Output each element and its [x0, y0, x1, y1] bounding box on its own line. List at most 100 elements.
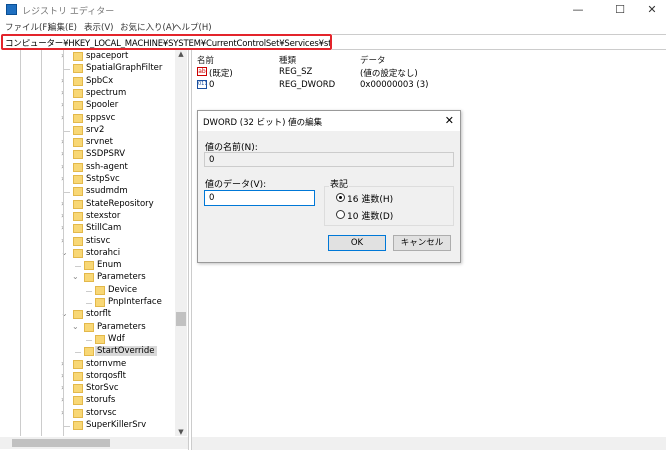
tree-item-label: SSDPSRV — [86, 149, 126, 160]
tree-connector — [64, 426, 70, 427]
tree-item[interactable]: ⌄ Parameters — [0, 272, 175, 284]
tree-item[interactable]: ⌄ Parameters — [0, 322, 175, 334]
tree-item[interactable]: srv2 — [0, 125, 175, 137]
chevron-down-icon[interactable]: ⌄ — [72, 322, 79, 331]
tree-item-label: spectrum — [86, 87, 127, 98]
folder-icon — [73, 421, 83, 430]
value-name-field[interactable]: 0 — [204, 152, 454, 167]
tree-item-label: storufs — [86, 395, 116, 406]
string-value-icon: ab — [197, 67, 207, 76]
address-bar-frame — [332, 34, 666, 50]
scroll-down-icon[interactable]: ▼ — [175, 428, 187, 436]
value-type: REG_DWORD — [279, 80, 336, 90]
tree-item[interactable]: PnpInterface — [0, 297, 175, 309]
folder-icon — [73, 199, 83, 209]
tree-item[interactable]: › StillCam — [0, 223, 175, 235]
tree-item-label: Spooler — [86, 100, 119, 111]
chevron-down-icon[interactable]: ⌄ — [72, 272, 79, 281]
tree-item[interactable]: › spaceport — [0, 51, 175, 63]
tree-item-label: StorSvc — [86, 383, 119, 394]
tree-item[interactable]: Wdf — [0, 334, 175, 346]
value-data-input[interactable]: 0 — [204, 190, 315, 206]
tree-item[interactable]: › Spooler — [0, 100, 175, 112]
menu-file[interactable]: ファイル(F) — [5, 21, 51, 33]
tree-item[interactable]: › srvnet — [0, 137, 175, 149]
tree-item[interactable]: › SSDPSRV — [0, 149, 175, 161]
decimal-radio-label[interactable]: 10 進数(D) — [347, 209, 393, 222]
tree-item[interactable]: › storufs — [0, 395, 175, 407]
tree-item[interactable]: › StorSvc — [0, 383, 175, 395]
column-header-type[interactable]: 種類 — [279, 54, 296, 66]
title-bar: レジストリ エディター — ☐ ✕ — [0, 0, 666, 20]
scroll-up-icon[interactable]: ▲ — [175, 50, 187, 58]
cancel-button[interactable]: キャンセル — [393, 235, 451, 251]
dialog-close-icon[interactable]: ✕ — [445, 114, 454, 127]
menu-edit[interactable]: 編集(E) — [48, 21, 77, 33]
menu-view[interactable]: 表示(V) — [84, 21, 113, 33]
tree-item-label: StartOverride — [95, 346, 157, 357]
tree-item-label: SpbCx — [86, 75, 114, 86]
tree-item-label: stexstor — [86, 210, 121, 221]
menu-favorites[interactable]: お気に入り(A) — [120, 21, 175, 33]
tree-item-label: sppsvc — [86, 112, 116, 123]
tree-vertical-scrollbar[interactable]: ▲ ▼ — [175, 50, 187, 436]
decimal-radio[interactable] — [336, 210, 345, 219]
column-header-data[interactable]: データ — [360, 54, 386, 66]
tree-item[interactable]: Enum — [0, 260, 175, 272]
folder-icon — [84, 347, 94, 357]
tree-item-label: srv2 — [86, 124, 105, 135]
hex-radio[interactable] — [336, 193, 345, 202]
tree-item[interactable]: › ssh-agent — [0, 162, 175, 174]
ok-button[interactable]: OK — [328, 235, 386, 251]
window-title: レジストリ エディター — [22, 7, 115, 17]
tree-item[interactable]: › spectrum — [0, 88, 175, 100]
minimize-button[interactable]: — — [568, 3, 588, 16]
tree-item[interactable]: Device — [0, 285, 175, 297]
tree-item[interactable]: › sppsvc — [0, 113, 175, 125]
tree-item[interactable]: › SpbCx — [0, 76, 175, 88]
tree-item-label: storqosflt — [86, 370, 127, 381]
tree-hscroll-thumb[interactable] — [12, 439, 110, 447]
folder-icon — [73, 211, 83, 221]
folder-icon — [84, 322, 94, 332]
value-name[interactable]: 0 — [209, 80, 214, 90]
address-bar[interactable]: コンピューター¥HKEY_LOCAL_MACHINE¥SYSTEM¥Curren… — [1, 34, 332, 50]
tree-item[interactable]: › StateRepository — [0, 199, 175, 211]
tree-item[interactable]: StartOverride — [0, 346, 175, 358]
tree-item[interactable]: › stisvc — [0, 236, 175, 248]
tree-item-label: Enum — [97, 260, 122, 271]
tree-item[interactable]: › stornvme — [0, 359, 175, 371]
tree-item[interactable]: › stexstor — [0, 211, 175, 223]
tree-scroll-thumb[interactable] — [176, 312, 186, 326]
folder-icon — [73, 371, 83, 381]
tree-item[interactable]: ⌄ storahci — [0, 248, 175, 260]
tree-item[interactable]: SuperKillerSrv — [0, 420, 175, 432]
folder-icon — [73, 162, 83, 172]
chevron-down-icon[interactable]: ⌄ — [61, 248, 68, 257]
tree-item[interactable]: SpatialGraphFilter — [0, 63, 175, 75]
value-name[interactable]: (既定) — [209, 67, 233, 79]
folder-icon — [95, 298, 105, 307]
folder-icon — [73, 175, 83, 184]
tree-connector — [75, 266, 81, 268]
regedit-icon — [6, 4, 17, 15]
maximize-button[interactable]: ☐ — [610, 3, 630, 16]
folder-icon — [73, 76, 83, 86]
tree-item-label: Parameters — [97, 272, 146, 283]
pane-splitter[interactable] — [188, 50, 192, 450]
tree-item[interactable]: › SstpSvc — [0, 174, 175, 186]
tree-item[interactable]: › storqosflt — [0, 371, 175, 383]
tree-item[interactable]: ⌄ storflt — [0, 309, 175, 321]
tree-item[interactable]: ssudmdm — [0, 186, 175, 198]
tree-item[interactable]: › storvsc — [0, 408, 175, 420]
tree-item-label: spaceport — [86, 51, 129, 61]
hex-radio-label[interactable]: 16 進数(H) — [347, 192, 393, 205]
binary-value-icon: 011 — [197, 80, 208, 89]
column-header-name[interactable]: 名前 — [197, 54, 214, 66]
list-horizontal-scrollbar[interactable] — [192, 437, 666, 450]
folder-icon — [73, 384, 83, 394]
tree-item-label: Wdf — [108, 333, 125, 344]
close-button[interactable]: ✕ — [642, 3, 662, 16]
menu-help[interactable]: ヘルプ(H) — [173, 21, 212, 33]
chevron-down-icon[interactable]: ⌄ — [61, 309, 68, 318]
